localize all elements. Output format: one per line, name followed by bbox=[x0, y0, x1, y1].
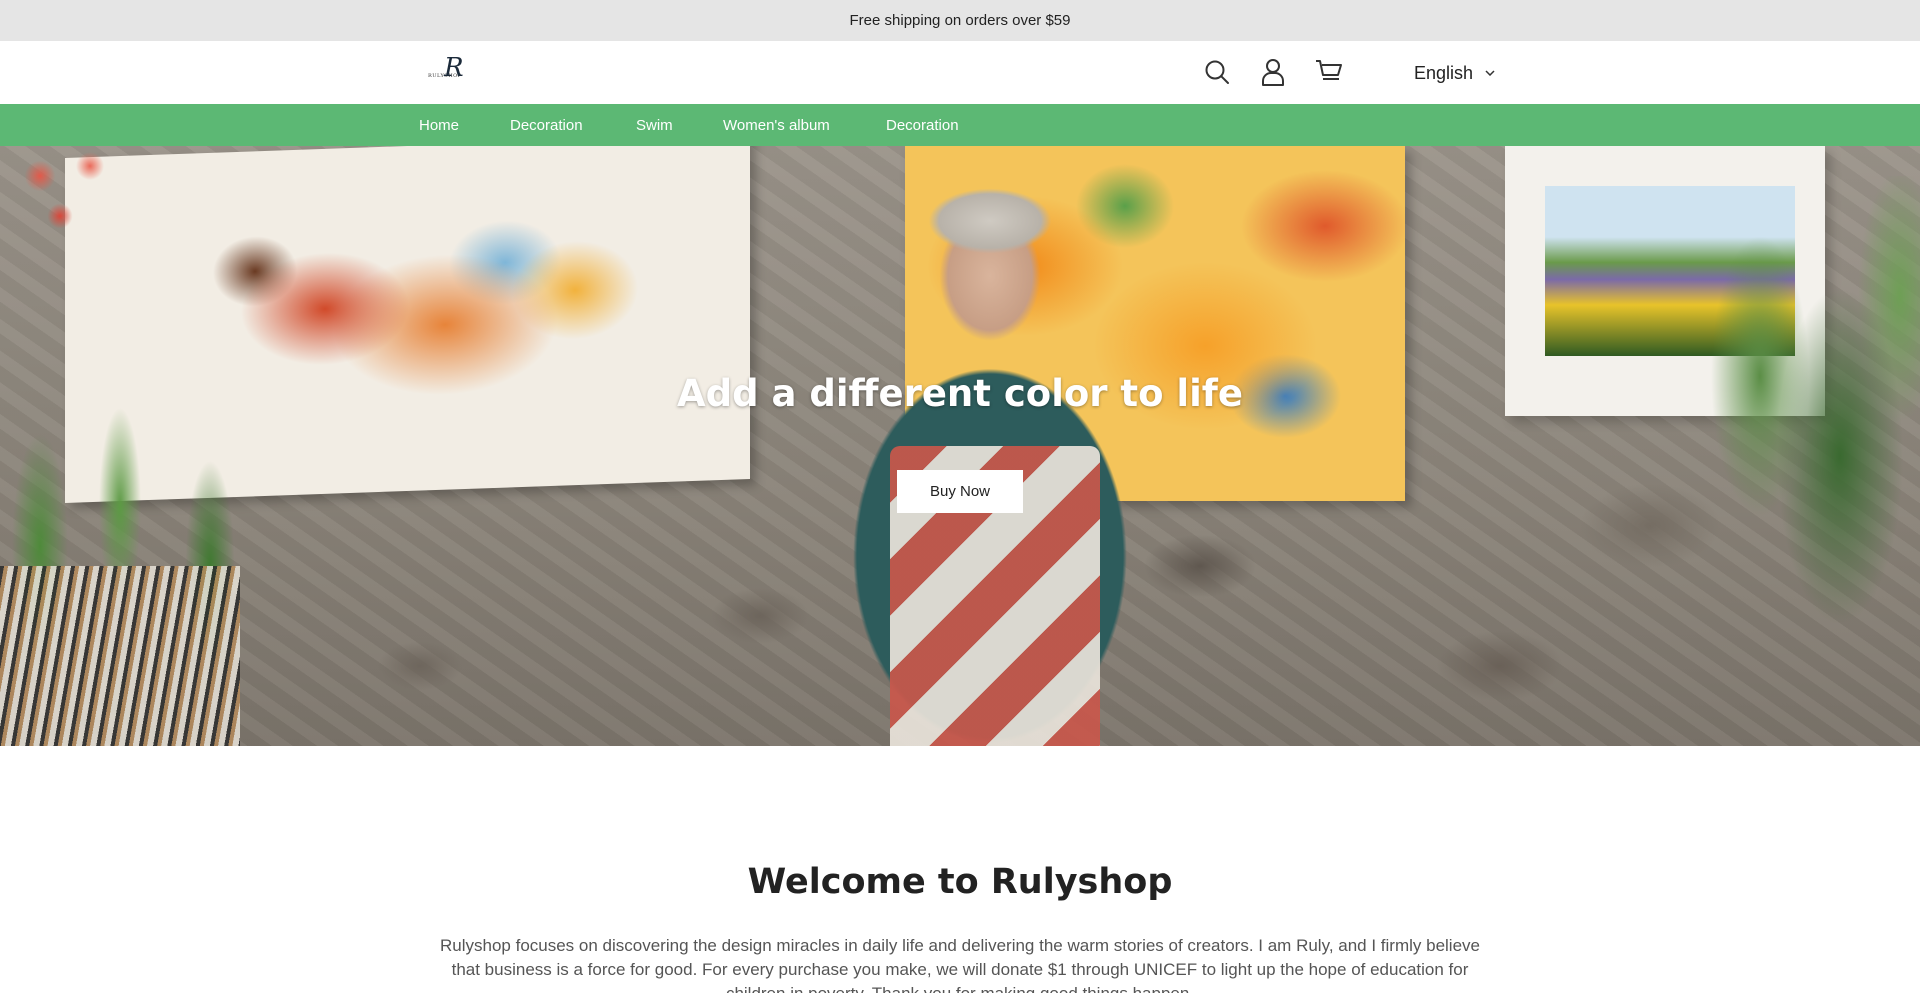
logo[interactable]: RULYSHOP R bbox=[428, 55, 468, 85]
nav-item-swim[interactable]: Swim bbox=[636, 104, 673, 146]
welcome-title: Welcome to Rulyshop bbox=[747, 862, 1173, 902]
brush-jar bbox=[0, 566, 240, 746]
painter-hair bbox=[905, 176, 1075, 266]
flowers bbox=[0, 146, 140, 236]
logo-letter: R bbox=[444, 53, 464, 83]
nav-item-decoration-2[interactable]: Decoration bbox=[886, 104, 959, 146]
cart-icon[interactable] bbox=[1314, 57, 1344, 87]
nav-item-womens-album[interactable]: Women's album bbox=[723, 104, 830, 146]
hero-title: Add a different color to life bbox=[677, 372, 1243, 415]
buy-now-button[interactable]: Buy Now bbox=[897, 470, 1023, 513]
announcement-text: Free shipping on orders over $59 bbox=[849, 12, 1071, 29]
language-label: English bbox=[1414, 62, 1474, 83]
chevron-down-icon bbox=[1485, 67, 1497, 79]
nav-item-decoration[interactable]: Decoration bbox=[510, 104, 583, 146]
welcome-text: Rulyshop focuses on discovering the desi… bbox=[440, 936, 1480, 993]
hero-banner: Add a different color to life Buy Now bbox=[0, 146, 1920, 746]
account-icon[interactable] bbox=[1258, 57, 1288, 87]
search-icon[interactable] bbox=[1202, 57, 1232, 87]
language-selector[interactable]: English bbox=[1414, 60, 1497, 86]
site-header: RULYSHOP R English bbox=[0, 41, 1920, 104]
announcement-bar: Free shipping on orders over $59 bbox=[0, 0, 1920, 41]
main-nav: Home Decoration Swim Women's album Decor… bbox=[0, 104, 1920, 146]
nav-item-home[interactable]: Home bbox=[419, 104, 459, 146]
plant-right bbox=[1620, 176, 1920, 746]
